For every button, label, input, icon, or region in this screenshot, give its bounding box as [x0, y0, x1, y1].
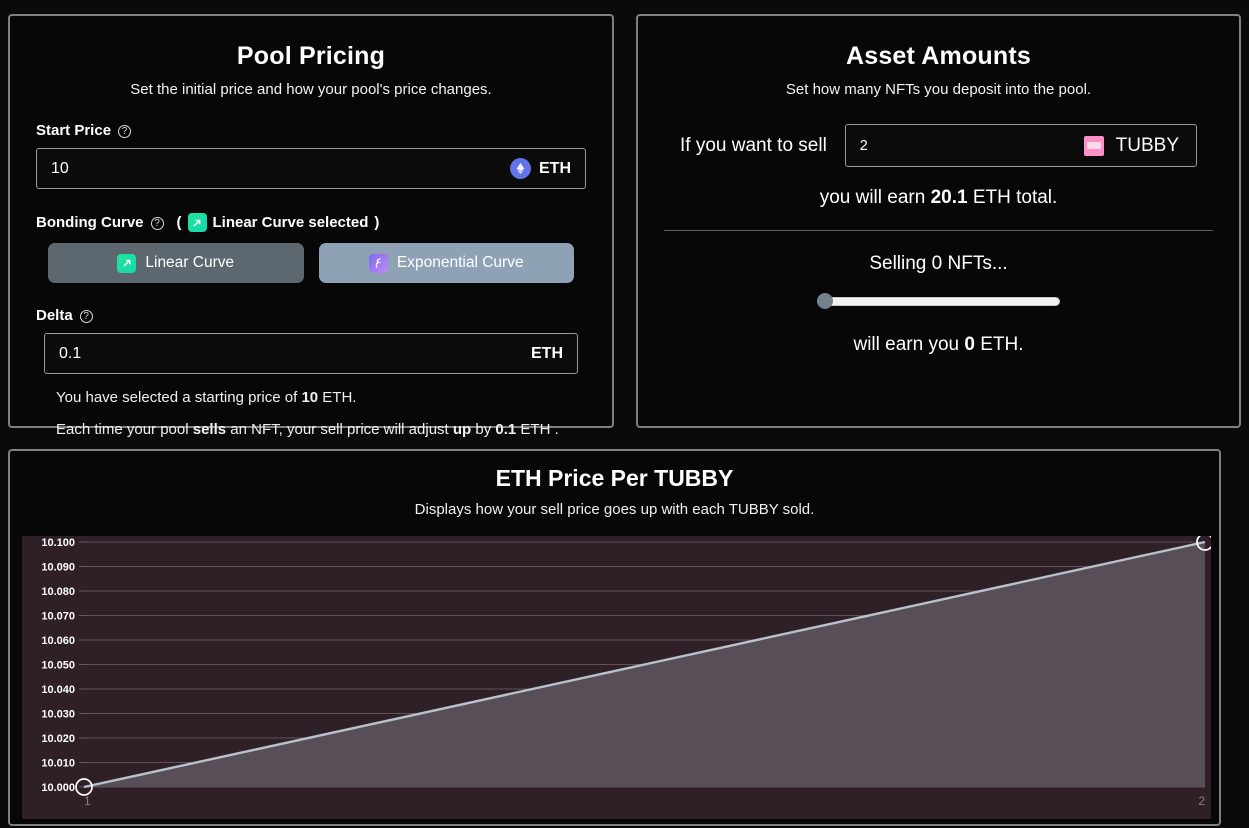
selected-curve-text: Linear Curve selected [212, 214, 369, 231]
earn-amount: 20.1 [930, 187, 968, 208]
helper2-b1: sells [192, 421, 227, 438]
will-earn-line: will earn you 0 ETH. [664, 334, 1213, 356]
exponential-curve-button-label: Exponential Curve [396, 254, 524, 271]
question-circle-icon[interactable]: ? [150, 217, 164, 230]
helper2-p4: ETH . [516, 421, 559, 438]
delta-label-row: Delta ? [36, 307, 586, 324]
svg-text:10.060: 10.060 [41, 635, 75, 647]
svg-text:10.090: 10.090 [41, 562, 75, 574]
linear-curve-icon [187, 213, 207, 232]
delta-input-wrap: 0.1 ETH [36, 333, 586, 374]
helper2-p3: by [471, 421, 496, 438]
app-root: Pool Pricing Set the initial price and h… [0, 0, 1249, 828]
starting-price-helper: You have selected a starting price of 10… [36, 389, 586, 406]
delta-input[interactable]: 0.1 ETH [44, 333, 578, 374]
linear-curve-button-label: Linear Curve [145, 254, 235, 271]
helper2-b2: up [452, 421, 472, 438]
asset-amounts-subtitle: Set how many NFTs you deposit into the p… [785, 81, 1092, 98]
helper1-prefix: You have selected a starting price of [56, 389, 302, 406]
linear-curve-button[interactable]: Linear Curve [48, 243, 304, 283]
bonding-curve-options: Linear Curve Exponential Curve [36, 243, 586, 283]
linear-curve-icon [117, 253, 137, 273]
sell-slider-wrap [664, 292, 1213, 310]
question-circle-icon[interactable]: ? [118, 125, 132, 138]
asset-amounts-panel: Asset Amounts Set how many NFTs you depo… [636, 14, 1241, 428]
svg-text:10.070: 10.070 [41, 611, 75, 623]
sell-amount-input[interactable]: 2 TUBBY [844, 124, 1197, 167]
will-earn-suffix: ETH. [974, 334, 1024, 355]
start-price-value: 10 [51, 159, 69, 177]
svg-text:10.020: 10.020 [41, 733, 75, 745]
svg-text:10.080: 10.080 [41, 586, 75, 598]
sell-amount-row: If you want to sell 2 TUBBY [664, 124, 1213, 167]
sell-amount-label: If you want to sell [680, 134, 827, 156]
selling-nfts-status: Selling 0 NFTs... [869, 253, 1008, 274]
exponential-curve-button[interactable]: Exponential Curve [318, 243, 574, 283]
helper1-suffix: ETH. [318, 389, 357, 406]
question-circle-icon[interactable]: ? [79, 310, 93, 323]
svg-text:1: 1 [84, 794, 91, 808]
chart-title: ETH Price Per TUBBY [495, 465, 734, 491]
helper2-p1: Each time your pool [56, 421, 193, 438]
price-chart-panel: ETH Price Per TUBBY Displays how your se… [8, 449, 1221, 826]
svg-text:10.000: 10.000 [41, 782, 75, 794]
helper1-bold: 10 [301, 389, 319, 406]
pool-pricing-title: Pool Pricing [236, 42, 386, 70]
will-earn-amount: 0 [964, 334, 975, 355]
svg-text:10.040: 10.040 [41, 684, 75, 696]
bonding-curve-label: Bonding Curve [36, 214, 144, 231]
tubby-nft-icon [1083, 135, 1104, 156]
delta-value: 0.1 [59, 344, 82, 362]
token-symbol-label: TUBBY [1115, 134, 1179, 156]
svg-text:10.050: 10.050 [41, 660, 75, 672]
section-divider [664, 230, 1213, 231]
start-price-currency: ETH [510, 158, 571, 179]
will-earn-prefix: will earn you [853, 334, 965, 355]
paren-open: ( [176, 214, 182, 231]
delta-currency-label: ETH [531, 344, 563, 362]
start-price-input[interactable]: 10 ETH [36, 148, 586, 189]
start-price-label-row: Start Price ? [36, 122, 586, 139]
selected-curve-note: ( Linear Curve selected ) [176, 213, 380, 232]
helper2-b3: 0.1 [495, 421, 517, 438]
sell-amount-slider[interactable] [817, 292, 1060, 310]
paren-close: ) [374, 214, 380, 231]
helper2-p2: an NFT, your sell price will adjust [226, 421, 453, 438]
slider-track[interactable] [817, 296, 1060, 306]
earn-suffix: ETH total. [967, 187, 1058, 208]
sell-amount-value: 2 [859, 137, 868, 154]
chart-subtitle: Displays how your sell price goes up wit… [414, 501, 815, 518]
sell-amount-token: TUBBY [1083, 134, 1179, 157]
pool-pricing-panel: Pool Pricing Set the initial price and h… [8, 14, 614, 438]
pool-pricing-subtitle: Set the initial price and how your pool'… [130, 81, 492, 98]
svg-text:10.100: 10.100 [41, 537, 75, 549]
svg-text:10.030: 10.030 [41, 709, 75, 721]
svg-text:10.010: 10.010 [41, 758, 75, 770]
bonding-curve-label-row: Bonding Curve ? ( Linear Curve selected … [36, 213, 586, 232]
asset-amounts-title: Asset Amounts [845, 42, 1032, 70]
start-price-label: Start Price [36, 122, 112, 139]
slider-thumb[interactable] [817, 293, 833, 309]
start-price-currency-label: ETH [539, 159, 571, 177]
exponential-curve-icon [368, 253, 388, 273]
earn-prefix: you will earn [819, 187, 931, 208]
top-panels-row: Pool Pricing Set the initial price and h… [8, 14, 1241, 438]
earn-total-line: you will earn 20.1 ETH total. [664, 187, 1213, 209]
chart-plot-area: 10.100 10.090 10.080 10.070 10.060 10.050 10.0… [22, 536, 1211, 819]
svg-text:2: 2 [1198, 794, 1205, 808]
delta-label: Delta [36, 307, 73, 324]
ethereum-icon [510, 158, 531, 179]
sell-adjust-helper: Each time your pool sells an NFT, your s… [36, 421, 586, 438]
chart-svg: 10.100 10.090 10.080 10.070 10.060 10.050 10.0… [22, 536, 1211, 819]
